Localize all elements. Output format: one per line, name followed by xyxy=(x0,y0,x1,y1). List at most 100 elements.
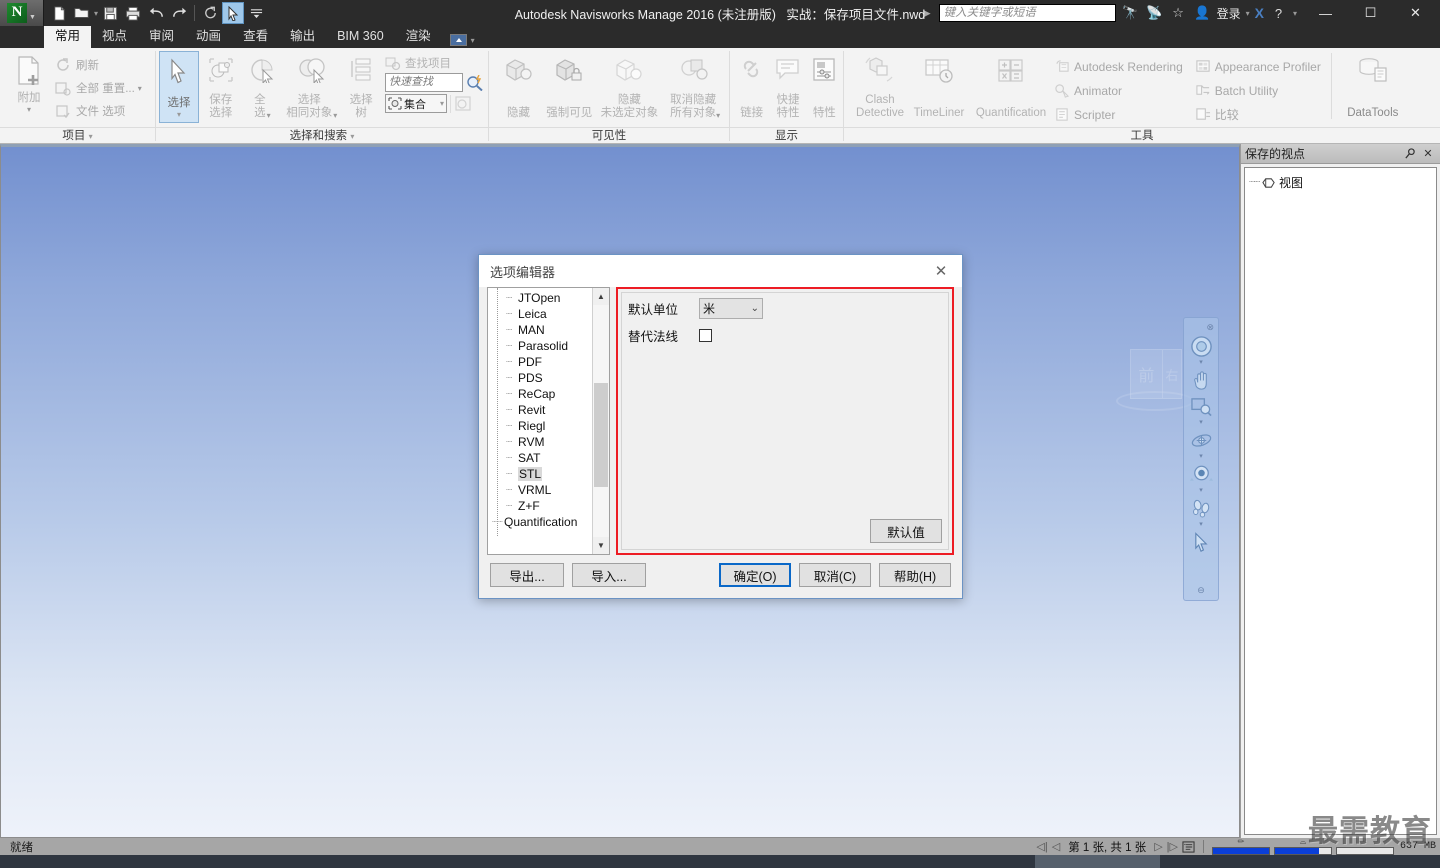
import-button[interactable]: 导入... xyxy=(572,563,646,587)
tree-item-zf[interactable]: ┈ Z+F xyxy=(492,498,592,514)
refresh-button[interactable]: 刷新 xyxy=(55,54,142,76)
tab-animation[interactable]: 动画 xyxy=(185,26,232,48)
tree-item-parasolid[interactable]: ┈ Parasolid xyxy=(492,338,592,354)
tree-item-pdf[interactable]: ┈ PDF xyxy=(492,354,592,370)
tree-item-quantification[interactable]: ┈┈ Quantification xyxy=(492,514,592,530)
links-button[interactable]: 链接 xyxy=(736,51,767,123)
pan-icon[interactable] xyxy=(1186,367,1216,393)
hide-unselected-button[interactable]: 隐藏 未选定对象 xyxy=(599,51,661,123)
tab-bim360[interactable]: BIM 360 xyxy=(326,26,395,48)
appearance-profiler-button[interactable]: Appearance Profiler xyxy=(1195,55,1321,78)
chevron-down-icon[interactable]: ▾ xyxy=(1199,521,1203,529)
scrollbar-thumb[interactable] xyxy=(594,383,608,487)
new-icon[interactable] xyxy=(48,2,70,24)
options-tree[interactable]: ┈ JTOpen ┈ Leica ┈ MAN ┈ Parasolid ┈ PDF ┈ PDS… xyxy=(487,287,610,555)
dialog-close-button[interactable]: ✕ xyxy=(926,259,956,283)
tree-item-vrml[interactable]: ┈ VRML xyxy=(492,482,592,498)
select-button[interactable]: 选择 ▾ xyxy=(159,51,199,123)
tab-home[interactable]: 常用 xyxy=(44,26,92,48)
tab-view[interactable]: 查看 xyxy=(232,26,279,48)
viewpoints-tree[interactable]: ┈┈ 视图 xyxy=(1244,167,1437,835)
properties-button[interactable]: 特性 xyxy=(809,51,840,123)
autodesk-rendering-button[interactable]: Autodesk Rendering xyxy=(1054,55,1183,78)
satellite-icon[interactable]: 📡 xyxy=(1145,5,1164,21)
sheet-browser-icon[interactable] xyxy=(1182,840,1195,853)
autodesk-exchange-icon[interactable]: X xyxy=(1255,5,1264,21)
save-search-icon[interactable] xyxy=(454,95,474,113)
select-same-button[interactable]: 选择 相同对象 ▾ xyxy=(284,51,339,123)
star-icon[interactable]: ☆ xyxy=(1169,5,1188,21)
tree-scrollbar[interactable]: ▲ ▼ xyxy=(592,288,609,554)
zoom-window-icon[interactable] xyxy=(1186,393,1216,419)
chevron-down-icon[interactable]: ▾ xyxy=(94,9,98,18)
chevron-right-icon[interactable]: ▶ xyxy=(924,8,931,19)
clash-detective-button[interactable]: Clash Detective xyxy=(852,51,908,123)
batch-utility-button[interactable]: Batch Utility xyxy=(1195,79,1321,102)
hide-button[interactable]: 隐藏 xyxy=(497,51,540,123)
quick-find-input[interactable]: 快速查找 xyxy=(385,73,463,92)
chevron-down-icon[interactable]: ▾ xyxy=(333,111,337,120)
attach-button[interactable]: 附加 ▾ xyxy=(3,51,55,114)
tree-item-sat[interactable]: ┈ SAT xyxy=(492,450,592,466)
tab-render[interactable]: 渲染 xyxy=(395,26,442,48)
pin-icon[interactable] xyxy=(1404,147,1420,160)
help-icon[interactable]: ? xyxy=(1269,6,1288,21)
save-selection-button[interactable]: 保存 选择 xyxy=(201,51,241,123)
timeliner-button[interactable]: TimeLiner xyxy=(910,51,968,123)
taskbar-active-item[interactable] xyxy=(1035,855,1160,868)
tree-item-recap[interactable]: ┈ ReCap xyxy=(492,386,592,402)
scripter-button[interactable]: Scripter xyxy=(1054,103,1183,126)
select-arrow-icon[interactable] xyxy=(222,2,245,24)
scrollbar-track[interactable] xyxy=(593,305,609,537)
scroll-up-icon[interactable]: ▲ xyxy=(593,288,609,305)
next-page-icon[interactable]: ▷ xyxy=(1154,840,1162,853)
maximize-button[interactable]: ☐ xyxy=(1348,0,1393,26)
file-options-button[interactable]: 文件 选项 xyxy=(55,100,142,122)
compare-button[interactable]: 比较 xyxy=(1195,103,1321,126)
application-menu-button[interactable]: N ▼ xyxy=(0,0,44,26)
look-around-icon[interactable] xyxy=(1186,461,1216,487)
chevron-down-icon[interactable]: ▾ xyxy=(1246,9,1250,18)
binoculars-icon[interactable]: 🔭 xyxy=(1121,5,1140,21)
tab-output[interactable]: 输出 xyxy=(279,26,326,48)
close-icon[interactable]: ⊗ xyxy=(1206,322,1214,333)
chevron-down-icon[interactable]: ▾ xyxy=(440,99,444,108)
close-button[interactable]: ✕ xyxy=(1393,0,1438,26)
steering-wheel-icon[interactable] xyxy=(1186,333,1216,359)
collapse-icon[interactable]: ⊖ xyxy=(1197,585,1205,596)
undo-icon[interactable] xyxy=(145,2,167,24)
signin-label[interactable]: 登录 xyxy=(1217,5,1241,22)
quick-find-search-icon[interactable] xyxy=(466,74,483,91)
tab-review[interactable]: 审阅 xyxy=(138,26,185,48)
print-icon[interactable] xyxy=(122,2,144,24)
export-button[interactable]: 导出... xyxy=(490,563,564,587)
search-input[interactable]: 键入关键字或短语 xyxy=(938,4,1116,22)
tree-item-riegl[interactable]: ┈ Riegl xyxy=(492,418,592,434)
reset-all-button[interactable]: 全部 重置... ▾ xyxy=(55,77,142,99)
unhide-all-button[interactable]: 取消隐藏 所有对象 ▾ xyxy=(664,51,726,123)
selection-tree-button[interactable]: 选择树 xyxy=(341,51,381,123)
tree-item-leica[interactable]: ┈ Leica xyxy=(492,306,592,322)
ribbon-display-options-icon[interactable] xyxy=(449,34,467,46)
quick-properties-button[interactable]: 快捷 特性 xyxy=(771,51,804,123)
help-button[interactable]: 帮助(H) xyxy=(879,563,951,587)
user-icon[interactable]: 👤 xyxy=(1193,5,1212,21)
chevron-down-icon[interactable]: ▾ xyxy=(138,84,142,93)
chevron-down-icon[interactable]: ▾ xyxy=(1199,487,1203,495)
tree-item-stl[interactable]: ┈ STL xyxy=(492,466,592,482)
taskbar[interactable] xyxy=(0,855,1440,868)
tree-item-rvm[interactable]: ┈ RVM xyxy=(492,434,592,450)
defaults-button[interactable]: 默认值 xyxy=(870,519,942,543)
chevron-down-icon[interactable]: ▾ xyxy=(89,132,93,141)
close-icon[interactable]: ✕ xyxy=(1420,147,1436,160)
ok-button[interactable]: 确定(O) xyxy=(719,563,791,587)
default-units-dropdown[interactable]: 米 ⌄ xyxy=(699,298,763,319)
customize-qat-icon[interactable] xyxy=(245,2,267,24)
tab-viewpoint[interactable]: 视点 xyxy=(91,26,138,48)
find-items-button[interactable]: 查找项目 xyxy=(385,55,483,71)
tree-item-pds[interactable]: ┈ PDS xyxy=(492,370,592,386)
chevron-down-icon[interactable]: ▾ xyxy=(716,111,720,120)
chevron-down-icon[interactable]: ▾ xyxy=(1199,453,1203,461)
require-visible-button[interactable]: 强制可见 xyxy=(544,51,595,123)
tree-item-revit[interactable]: ┈ Revit xyxy=(492,402,592,418)
